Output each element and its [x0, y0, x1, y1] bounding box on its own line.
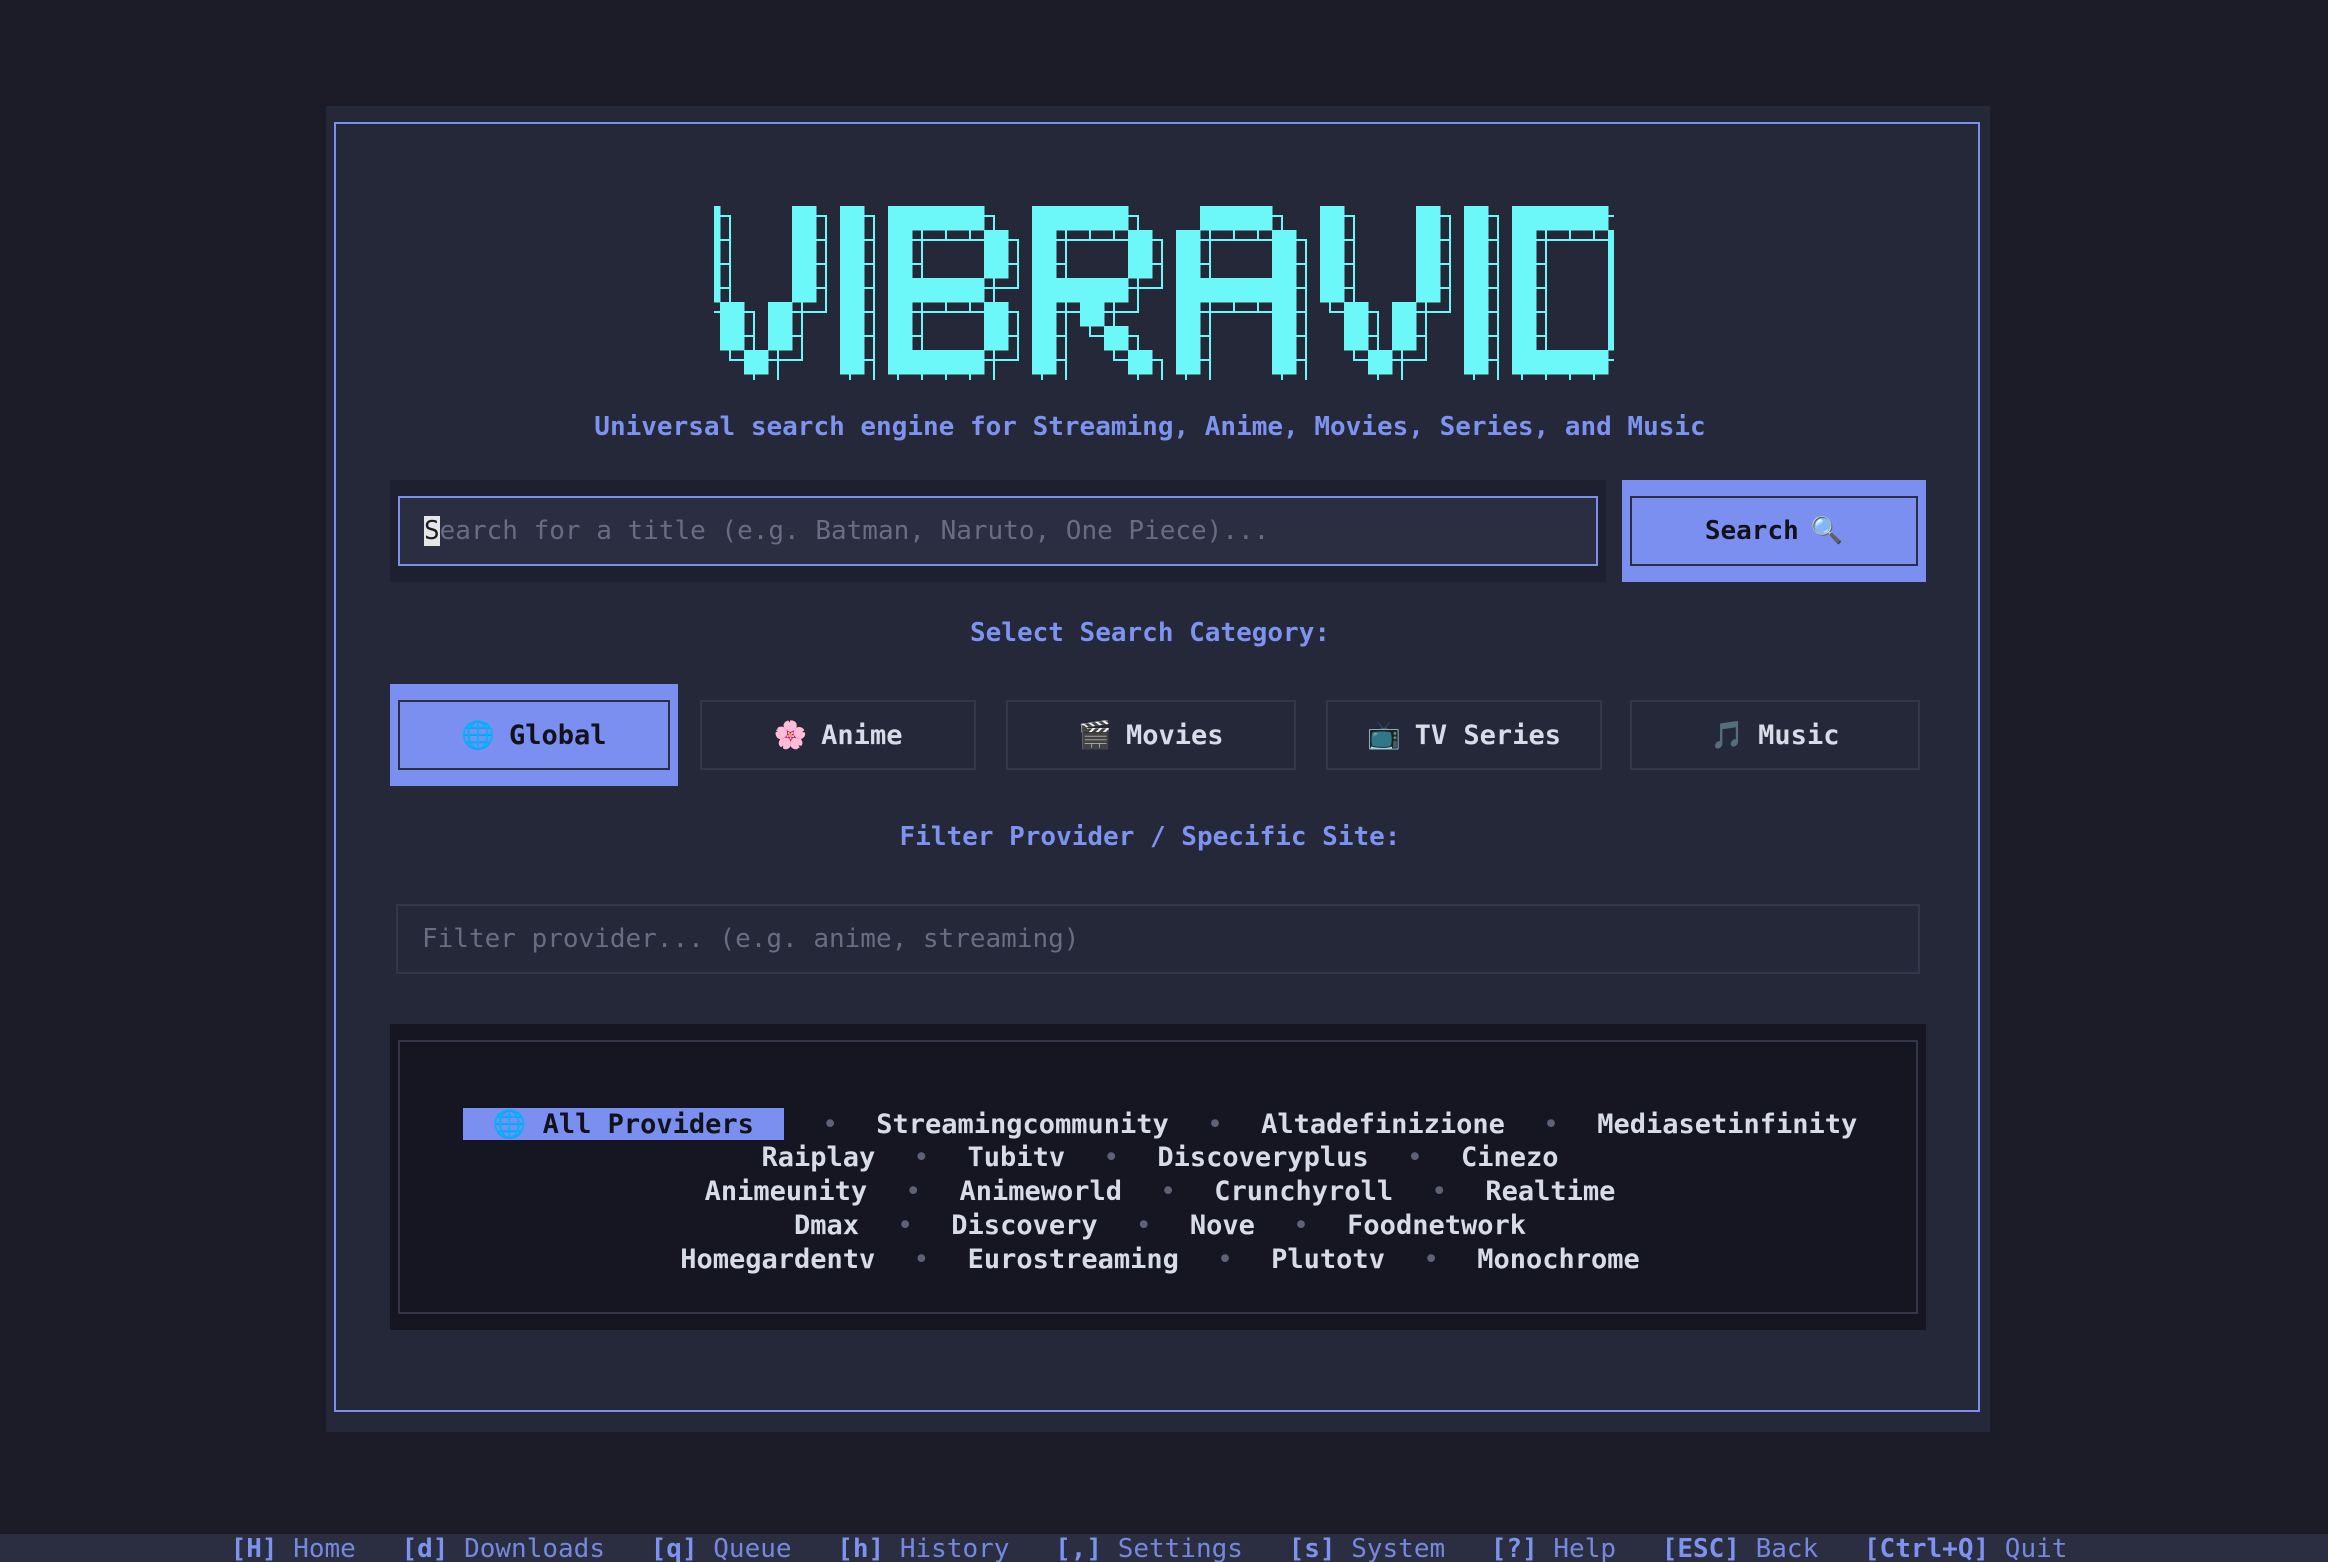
provider-row-3: Animeunity • Animeworld • Crunchyroll • Realti… [400, 1176, 1920, 1207]
separator: • [1135, 1210, 1152, 1241]
search-button[interactable]: Search 🔍 [1630, 496, 1918, 566]
filter-label: Filter Provider / Specific Site: [899, 822, 1401, 852]
footer-key: [?] [1490, 1534, 1538, 1562]
provider-item[interactable]: Animeworld [959, 1176, 1122, 1207]
separator: • [913, 1244, 930, 1275]
provider-item[interactable]: Nove [1190, 1210, 1255, 1241]
provider-item[interactable]: Raiplay [761, 1142, 875, 1173]
provider-list: 🌐 All Providers • Streamingcommunity • Altad… [398, 1040, 1918, 1314]
footer-key: [H] [230, 1534, 278, 1562]
footer-help[interactable]: Help [1553, 1534, 1616, 1562]
separator: • [1103, 1142, 1120, 1173]
text-cursor: S [424, 516, 440, 546]
footer-key: [h] [837, 1534, 885, 1562]
category-global-button[interactable]: 🌐 Global [398, 700, 670, 770]
category-tv-series-button[interactable]: 📺 TV Series [1326, 700, 1602, 770]
provider-item[interactable]: Discovery [951, 1210, 1097, 1241]
footer-history[interactable]: History [900, 1534, 1010, 1562]
provider-item[interactable]: Discoveryplus [1157, 1142, 1368, 1173]
provider-item[interactable]: Foodnetwork [1347, 1210, 1526, 1241]
category-label-music: Music [1758, 719, 1840, 751]
globe-icon: 🌐 [461, 720, 496, 751]
provider-row-4: Dmax • Discovery • Nove • Foodnetwork [400, 1210, 1920, 1241]
provider-list-container: 🌐 All Providers • Streamingcommunity • Altad… [390, 1024, 1926, 1330]
category-selector: 🌐 Global 🌸 Anime 🎬 Movies 📺 TV Series 🎵 … [390, 684, 1926, 786]
footer-queue[interactable]: Queue [713, 1534, 791, 1562]
footer-downloads[interactable]: Downloads [464, 1534, 605, 1562]
separator: • [1206, 1109, 1224, 1140]
provider-item[interactable]: Animeunity [705, 1176, 868, 1207]
separator: • [897, 1210, 914, 1241]
category-music-button[interactable]: 🎵 Music [1630, 700, 1920, 770]
music-note-icon: 🎵 [1710, 720, 1745, 751]
television-icon: 📺 [1367, 720, 1401, 751]
logo [0, 200, 2328, 380]
provider-item[interactable]: Realtime [1485, 1176, 1615, 1207]
separator: • [1292, 1210, 1310, 1241]
provider-row-5: Homegardentv • Eurostreaming • Plutotv • Monoc… [400, 1244, 1920, 1275]
provider-item[interactable]: Dmax [794, 1210, 859, 1241]
separator: • [1422, 1244, 1440, 1275]
provider-filter-input[interactable]: Filter provider... (e.g. anime, streamin… [396, 904, 1920, 974]
footer-key: [,] [1055, 1534, 1103, 1562]
separator: • [1216, 1244, 1234, 1275]
search-placeholder: earch for a title (e.g. Batman, Naruto, … [439, 516, 1270, 546]
vibravid-logo [714, 206, 1614, 380]
provider-row-2: Raiplay • Tubitv • Discoveryplus • Cinezo [400, 1142, 1920, 1173]
footer-quit[interactable]: Quit [2005, 1534, 2068, 1562]
footer-key: [d] [401, 1534, 449, 1562]
provider-item[interactable]: Altadefinizione [1261, 1109, 1505, 1140]
provider-item[interactable]: Homegardentv [680, 1244, 875, 1275]
blossom-icon: 🌸 [773, 720, 808, 751]
footer-key: [q] [650, 1534, 698, 1562]
separator: • [905, 1176, 922, 1207]
separator: • [1160, 1176, 1177, 1207]
provider-item[interactable]: Mediasetinfinity [1597, 1109, 1857, 1140]
category-label-movies: Movies [1126, 719, 1224, 751]
keybinding-footer: [H] Home [d] Downloads [q] Queue [h] His… [0, 1534, 2328, 1562]
clapperboard-icon: 🎬 [1078, 720, 1113, 751]
search-input[interactable]: Search for a title (e.g. Batman, Naruto,… [398, 496, 1598, 566]
separator: • [1431, 1176, 1448, 1207]
logo-glyphs [714, 206, 1614, 375]
search-input-container: Search for a title (e.g. Batman, Naruto,… [390, 480, 1606, 582]
search-button-focus-ring: Search 🔍 [1622, 480, 1926, 582]
globe-icon: 🌐 [492, 1109, 527, 1140]
footer-system[interactable]: System [1351, 1534, 1445, 1562]
provider-row-1: 🌐 All Providers • Streamingcommunity • Altad… [400, 1108, 1920, 1140]
footer-home[interactable]: Home [293, 1534, 356, 1562]
separator: • [1542, 1109, 1560, 1140]
category-label: Select Search Category: [969, 618, 1331, 648]
provider-item[interactable]: Streamingcommunity [876, 1109, 1169, 1140]
category-movies-button[interactable]: 🎬 Movies [1006, 700, 1296, 770]
provider-item[interactable]: Monochrome [1477, 1244, 1640, 1275]
separator: • [821, 1109, 839, 1140]
separator: • [913, 1142, 930, 1173]
search-icon: 🔍 [1810, 516, 1844, 546]
provider-item[interactable]: Crunchyroll [1214, 1176, 1393, 1207]
provider-item[interactable]: Cinezo [1461, 1142, 1559, 1173]
footer-key: [ESC] [1661, 1534, 1740, 1562]
footer-settings[interactable]: Settings [1118, 1534, 1243, 1562]
provider-all[interactable]: 🌐 All Providers [462, 1108, 784, 1140]
category-anime-button[interactable]: 🌸 Anime [700, 700, 976, 770]
footer-key: [s] [1288, 1534, 1336, 1562]
provider-item[interactable]: Tubitv [968, 1142, 1066, 1173]
provider-item[interactable]: Eurostreaming [968, 1244, 1179, 1275]
footer-back[interactable]: Back [1756, 1534, 1819, 1562]
category-label-global: Global [509, 719, 607, 751]
category-label-tv-series: TV Series [1414, 719, 1561, 751]
provider-item[interactable]: Plutotv [1271, 1244, 1385, 1275]
search-button-label: Search [1704, 516, 1799, 546]
app-subtitle: Universal search engine for Streaming, A… [594, 412, 1706, 442]
separator: • [1406, 1142, 1423, 1173]
footer-key: [Ctrl+Q] [1863, 1534, 1990, 1562]
category-label-anime: Anime [821, 719, 903, 751]
